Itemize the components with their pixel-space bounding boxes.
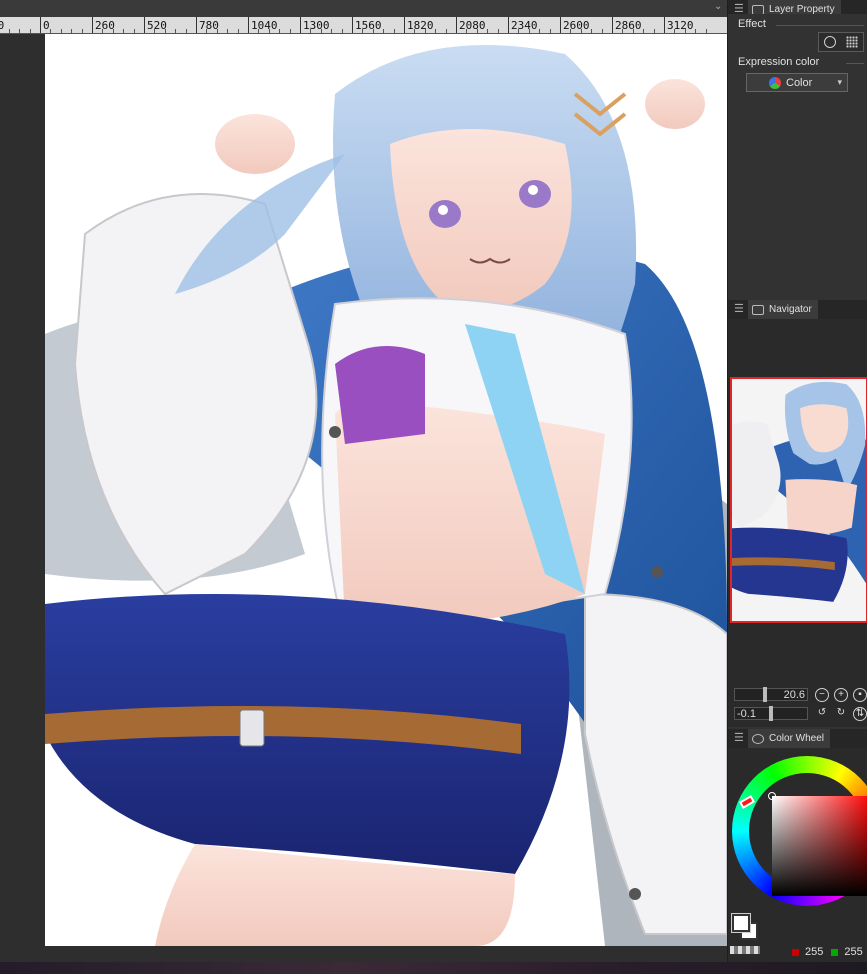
ruler-tick: 1300	[300, 17, 330, 33]
green-channel-icon	[831, 948, 839, 956]
color-mode-icon	[769, 76, 781, 89]
panel-menu-icon[interactable]: ☰	[734, 302, 744, 315]
ruler-tick: 1560	[352, 17, 382, 33]
navigator-thumbnail	[732, 379, 866, 621]
tab-navigator[interactable]: Navigator	[748, 300, 818, 319]
zoom-in-icon[interactable]: +	[834, 688, 848, 702]
rotate-left-icon[interactable]: ↺	[815, 707, 829, 721]
navigator-icon	[752, 304, 764, 315]
ruler-tick-label: 3120	[667, 19, 694, 32]
rotation-slider-knob[interactable]	[769, 706, 773, 721]
main-sub-color[interactable]	[730, 914, 760, 944]
panel-menu-icon[interactable]: ☰	[734, 731, 744, 744]
os-taskbar	[0, 962, 867, 974]
expression-color-value: Color	[786, 76, 813, 89]
zoom-row: 20.6 − + ▪	[728, 686, 867, 704]
collapse-arrow-icon[interactable]: ⌄	[714, 1, 722, 12]
expression-color-select[interactable]: Color ▾	[746, 73, 848, 92]
ruler-tick: 2860	[612, 17, 642, 33]
main-color-swatch[interactable]	[732, 914, 750, 932]
ruler-tick: 1040	[248, 17, 278, 33]
rotate-right-icon[interactable]: ↻	[834, 707, 848, 721]
tab-color-wheel-label: Color Wheel	[769, 733, 825, 744]
expression-color-divider	[846, 63, 864, 64]
color-wheel-body	[728, 748, 867, 962]
canvas-gutter	[0, 34, 45, 946]
layer-property-icon	[752, 4, 764, 15]
fit-icon[interactable]: ▪	[853, 688, 867, 702]
ruler-tick: 780	[196, 17, 219, 33]
color-wheel-icon	[752, 733, 764, 744]
ruler-tick-label: 1820	[407, 19, 434, 32]
rotation-row: -0.1 ↺ ↻ ⇅	[728, 705, 867, 723]
ruler-tick-label: 0	[43, 19, 50, 32]
zoom-slider-knob[interactable]	[763, 687, 767, 702]
clip-studio-window: 60 0 260 520 780 1040 1300 1560 1820 2080 2340 2600…	[0, 0, 867, 974]
color-wheel-tabbar: ☰ Color Wheel	[728, 729, 867, 748]
rotation-slider[interactable]: -0.1	[734, 706, 808, 721]
horizontal-ruler: 60 0 260 520 780 1040 1300 1560 1820 2080 2340 2600…	[0, 0, 727, 34]
canvas-bottom-strip	[0, 946, 727, 962]
chevron-down-icon: ▾	[837, 77, 842, 87]
ruler-tick: 3120	[664, 17, 694, 33]
ruler-tick-label: 60	[0, 19, 4, 32]
ruler-tick: 1820	[404, 17, 434, 33]
effect-label: Effect	[738, 18, 766, 30]
navigator-tabbar: ☰ Navigator	[728, 300, 867, 319]
red-channel-icon	[792, 948, 799, 956]
artwork-illustration	[45, 34, 727, 946]
effect-tone-icon[interactable]	[846, 36, 858, 48]
ruler-tick: 0	[40, 17, 50, 33]
green-value: 255	[844, 946, 863, 958]
tab-color-wheel[interactable]: Color Wheel	[748, 729, 831, 748]
ruler-tick-label: 1300	[303, 19, 330, 32]
saturation-value-square[interactable]	[772, 796, 867, 896]
ruler-tick: 2080	[456, 17, 486, 33]
expression-color-label: Expression color	[738, 56, 820, 68]
rgb-readout: 255 255	[792, 946, 867, 958]
effect-buttons	[818, 32, 864, 52]
transparent-color-swatch[interactable]	[730, 946, 760, 954]
effect-border-icon[interactable]	[824, 36, 836, 48]
ruler-tick: 2340	[508, 17, 538, 33]
ruler-tick-label: 2340	[511, 19, 538, 32]
ruler-tick-label: 1040	[251, 19, 278, 32]
canvas-artwork[interactable]	[45, 34, 727, 946]
flip-icon[interactable]: ⇅	[853, 707, 867, 721]
red-value: 255	[805, 946, 824, 958]
ruler-tick: 260	[92, 17, 115, 33]
right-panel: ☰ Layer Property Effect Expression color…	[727, 0, 867, 962]
zoom-slider[interactable]: 20.6	[734, 687, 808, 702]
rotation-value: -0.1	[737, 708, 756, 720]
layer-property-body: Effect Expression color Color ▾	[728, 14, 867, 300]
effect-divider	[776, 25, 864, 26]
ruler-tick-label: 1560	[355, 19, 382, 32]
sv-marker[interactable]	[768, 792, 776, 800]
zoom-out-icon[interactable]: −	[815, 688, 829, 702]
ruler-tick: 520	[144, 17, 167, 33]
navigator-preview[interactable]	[730, 377, 867, 623]
tab-navigator-label: Navigator	[769, 304, 812, 315]
ruler-tick-label: 2600	[563, 19, 590, 32]
zoom-value: 20.6	[783, 689, 805, 701]
navigator-body: 20.6 − + ▪ -0.1 ↺ ↻ ⇅	[728, 319, 867, 727]
ruler-tick-label: 2860	[615, 19, 642, 32]
ruler-tick-label: 2080	[459, 19, 486, 32]
ruler-tick: 2600	[560, 17, 590, 33]
